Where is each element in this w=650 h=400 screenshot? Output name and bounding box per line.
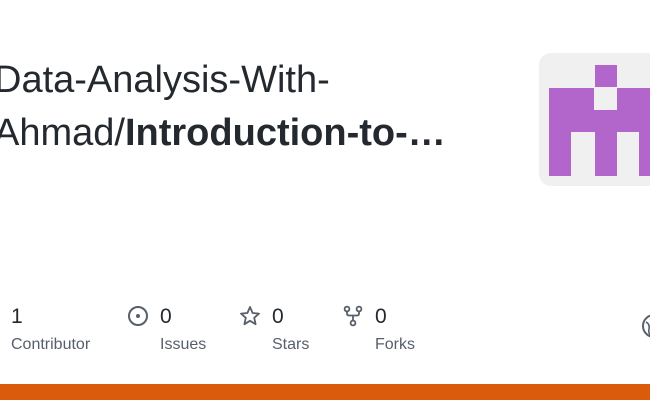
- repo-stats: 1 Contributor 0 Issues 0 Stars 0 Forks: [0, 302, 650, 362]
- forks-label: Forks: [375, 336, 415, 353]
- repo-title[interactable]: Data-Analysis-With- Ahmad/Introduction-t…: [0, 54, 446, 160]
- contributors-count: 1: [11, 305, 23, 328]
- owner-avatar: [539, 53, 650, 186]
- repo-name: Introduction-to-…: [124, 112, 446, 154]
- repo-forked-icon: [343, 305, 363, 327]
- identicon-image: [549, 65, 650, 176]
- stars-count: 0: [272, 305, 284, 328]
- stars-label: Stars: [272, 336, 310, 353]
- star-icon: [240, 306, 260, 326]
- issues-label: Issues: [160, 336, 207, 353]
- issue-opened-icon: [128, 306, 148, 326]
- issues-count: 0: [160, 305, 172, 328]
- globe-icon: [640, 312, 650, 340]
- repo-owner-line2: Ahmad/Introduction-to-…: [0, 107, 446, 160]
- repo-owner: Ahmad/: [0, 112, 125, 154]
- language-color-bar: [0, 384, 650, 400]
- contributors-label: Contributor: [11, 336, 91, 353]
- forks-count: 0: [375, 305, 387, 328]
- repo-owner-line1: Data-Analysis-With-: [0, 59, 330, 101]
